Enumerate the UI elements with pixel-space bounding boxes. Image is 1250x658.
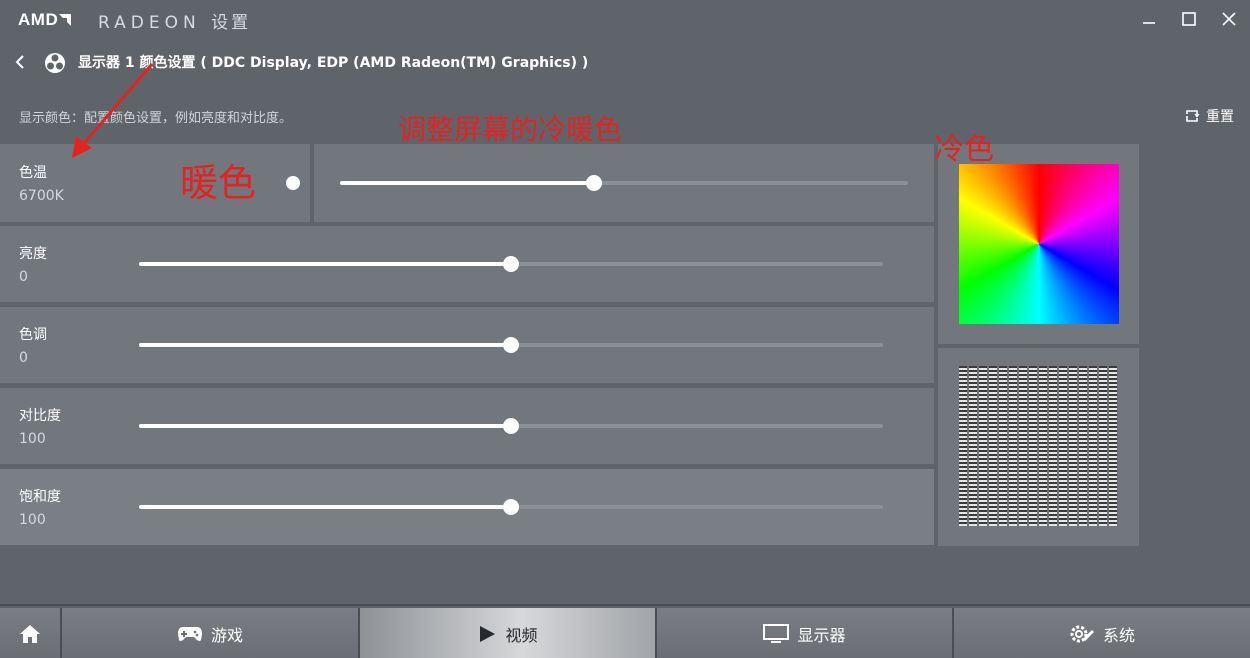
gear-wrench-icon <box>1070 625 1095 643</box>
nav-home[interactable] <box>0 608 60 658</box>
play-icon <box>480 626 496 642</box>
nav-system-label: 系统 <box>1102 626 1135 645</box>
home-icon <box>20 625 40 643</box>
annotation-arrow <box>72 63 154 158</box>
gamepad-icon <box>177 627 202 641</box>
nav-display-label: 显示器 <box>797 626 846 645</box>
monitor-icon <box>763 624 790 643</box>
bottom-nav: 游戏 视频 显示器 系统 <box>0 604 1250 658</box>
nav-video-label: 视频 <box>505 626 538 645</box>
nav-display[interactable]: 显示器 <box>655 608 952 658</box>
nav-system[interactable]: 系统 <box>952 608 1250 658</box>
nav-video[interactable]: 视频 <box>358 608 655 658</box>
nav-games-label: 游戏 <box>210 626 243 645</box>
nav-games[interactable]: 游戏 <box>60 608 358 658</box>
